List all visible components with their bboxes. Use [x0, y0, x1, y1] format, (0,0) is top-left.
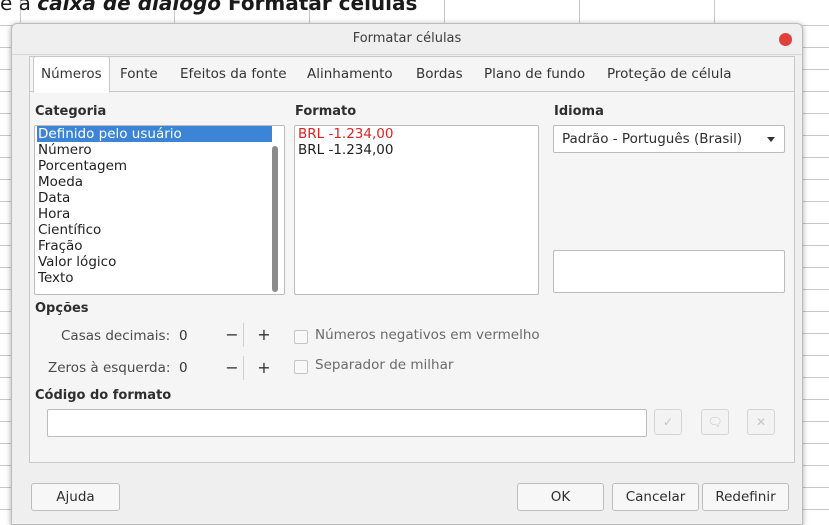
- zeros-esquerda-value[interactable]: 0: [179, 360, 188, 376]
- document-caption: e a caixa de diálogo Formatar células: [0, 0, 418, 15]
- tab-plano-de-fundo[interactable]: Plano de fundo: [484, 57, 585, 91]
- reset-button[interactable]: Redefinir: [702, 483, 789, 511]
- list-item-formato[interactable]: BRL -1.234,00: [298, 142, 393, 158]
- casas-decimais-label: Casas decimais:: [61, 328, 171, 344]
- formato-heading: Formato: [295, 104, 357, 119]
- list-item-texto[interactable]: Texto: [38, 270, 74, 286]
- casas-decimais-decrement-button[interactable]: −: [222, 323, 242, 347]
- casas-decimais-increment-button[interactable]: +: [254, 323, 274, 347]
- help-button[interactable]: Ajuda: [31, 483, 120, 511]
- idioma-value: Padrão - Português (Brasil): [562, 131, 743, 147]
- codigo-formato-heading: Código do formato: [35, 388, 172, 403]
- tab-numeros[interactable]: Números: [33, 56, 110, 93]
- idioma-dropdown[interactable]: Padrão - Português (Brasil): [553, 125, 785, 153]
- tab-protecao-de-celula[interactable]: Proteção de célula: [607, 57, 732, 91]
- cancel-button[interactable]: Cancelar: [612, 483, 699, 511]
- tab-bordas[interactable]: Bordas: [416, 57, 463, 91]
- close-icon[interactable]: [779, 33, 792, 46]
- chevron-down-icon: [767, 137, 775, 142]
- list-item-valor-logico[interactable]: Valor lógico: [38, 254, 116, 270]
- list-item-data[interactable]: Data: [38, 190, 70, 206]
- zeros-esquerda-decrement-button[interactable]: −: [222, 356, 242, 380]
- tab-fonte[interactable]: Fonte: [120, 57, 158, 91]
- list-item-numero[interactable]: Número: [38, 142, 92, 158]
- idioma-preview-box: [553, 250, 785, 293]
- tab-efeitos-da-fonte[interactable]: Efeitos da fonte: [180, 57, 287, 91]
- comment-icon[interactable]: 🗨: [701, 409, 729, 435]
- categoria-list[interactable]: Definido pelo usuário Número Porcentagem…: [34, 125, 285, 295]
- list-item-hora[interactable]: Hora: [38, 206, 70, 222]
- negativos-vermelho-checkbox[interactable]: [294, 330, 308, 344]
- categoria-heading: Categoria: [35, 104, 107, 119]
- list-item-cientifico[interactable]: Científico: [38, 222, 101, 238]
- list-item-formato-red[interactable]: BRL -1.234,00: [298, 126, 393, 142]
- spin-divider: [243, 356, 244, 380]
- format-cells-dialog: Formatar células Números Fonte Efeitos d…: [11, 23, 803, 525]
- list-item-moeda[interactable]: Moeda: [38, 174, 83, 190]
- list-item-definido-pelo-usuario[interactable]: Definido pelo usuário: [37, 126, 272, 142]
- ok-button[interactable]: OK: [517, 483, 604, 511]
- accept-icon[interactable]: ✓: [654, 409, 682, 435]
- separador-milhar-checkbox[interactable]: [294, 360, 308, 374]
- opcoes-heading: Opções: [35, 301, 89, 316]
- tab-bar: Números Fonte Efeitos da fonte Alinhamen…: [30, 56, 794, 93]
- categoria-scrollbar[interactable]: [272, 146, 278, 292]
- formato-list[interactable]: BRL -1.234,00 BRL -1.234,00: [294, 125, 539, 295]
- list-item-fracao[interactable]: Fração: [38, 238, 83, 254]
- idioma-heading: Idioma: [554, 104, 604, 119]
- casas-decimais-value[interactable]: 0: [179, 328, 188, 344]
- negativos-vermelho-label: Números negativos em vermelho: [315, 327, 540, 343]
- separador-milhar-label: Separador de milhar: [315, 357, 454, 373]
- remove-icon[interactable]: ✕: [747, 409, 775, 435]
- dialog-title: Formatar células: [12, 24, 802, 55]
- codigo-formato-input[interactable]: [47, 409, 647, 437]
- zeros-esquerda-label: Zeros à esquerda:: [48, 360, 171, 376]
- tab-alinhamento[interactable]: Alinhamento: [307, 57, 393, 91]
- zeros-esquerda-increment-button[interactable]: +: [254, 356, 274, 380]
- spin-divider: [243, 323, 244, 347]
- list-item-porcentagem[interactable]: Porcentagem: [38, 158, 127, 174]
